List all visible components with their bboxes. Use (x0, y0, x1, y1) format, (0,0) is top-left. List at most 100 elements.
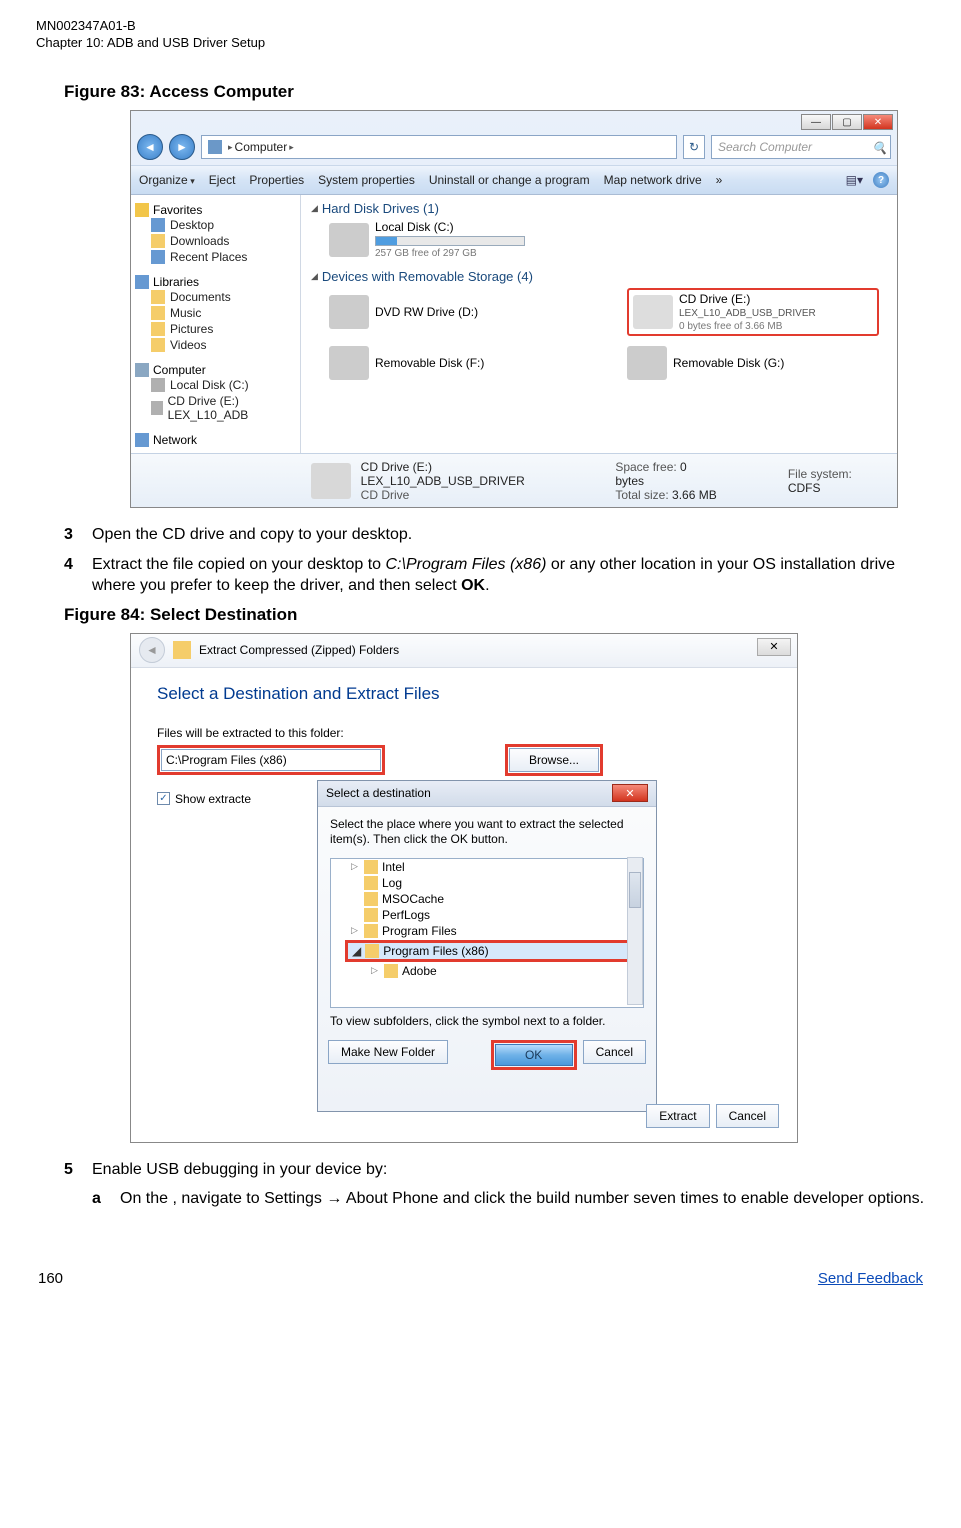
show-extracted-label: Show extracte (175, 792, 251, 806)
make-new-folder-button[interactable]: Make New Folder (328, 1040, 448, 1064)
system-properties-button[interactable]: System properties (318, 173, 415, 187)
step-5: 5 Enable USB debugging in your device by… (64, 1159, 925, 1181)
wizard-heading: Select a Destination and Extract Files (157, 684, 771, 704)
refresh-button[interactable]: ↻ (683, 135, 705, 159)
nav-videos[interactable]: Videos (170, 338, 206, 352)
documents-icon (151, 290, 165, 304)
tree-scrollbar[interactable] (627, 857, 643, 1005)
nav-pictures[interactable]: Pictures (170, 322, 213, 336)
extract-path-highlight: C:\Program Files (x86) (157, 745, 385, 775)
address-bar[interactable]: ▸ Computer ▸ (201, 135, 677, 159)
eject-button[interactable]: Eject (209, 173, 236, 187)
favorites-icon (135, 203, 149, 217)
search-placeholder: Search Computer (718, 140, 812, 154)
nav-downloads[interactable]: Downloads (170, 234, 229, 248)
tree-perflogs[interactable]: PerfLogs (382, 908, 430, 922)
step-5-text: Enable USB debugging in your device by: (92, 1159, 925, 1181)
select-destination-close[interactable]: ✕ (612, 784, 648, 802)
nav-cd-drive[interactable]: CD Drive (E:) LEX_L10_ADB (168, 394, 296, 422)
cd-icon (633, 295, 673, 329)
computer-icon (208, 140, 222, 154)
dvd-drive-item[interactable]: DVD RW Drive (D:) (329, 288, 579, 336)
properties-button[interactable]: Properties (249, 173, 304, 187)
page-number: 160 (38, 1270, 63, 1287)
folder-tree[interactable]: ▷Intel Log MSOCache PerfLogs ▷Program Fi… (330, 858, 644, 1008)
wizard-back-button[interactable]: ◄ (139, 637, 165, 663)
extract-button[interactable]: Extract (646, 1104, 709, 1128)
search-input[interactable]: Search Computer 🔍 (711, 135, 891, 159)
help-icon[interactable]: ? (873, 172, 889, 188)
organize-menu[interactable]: Organize (139, 173, 195, 187)
removable-f-item[interactable]: Removable Disk (F:) (329, 346, 579, 380)
extract-path-input[interactable]: C:\Program Files (x86) (161, 749, 381, 771)
pictures-icon (151, 322, 165, 336)
show-extracted-checkbox[interactable]: ✓ (157, 792, 170, 805)
cd-drive-highlight: CD Drive (E:) LEX_L10_ADB_USB_DRIVER 0 b… (627, 288, 879, 336)
cddrive-icon (151, 401, 163, 415)
breadcrumb-separator: ▸ (289, 142, 294, 153)
figure-84-label: Figure 84: Select Destination (64, 605, 925, 625)
ok-button[interactable]: OK (495, 1044, 573, 1066)
wizard-cancel-button[interactable]: Cancel (716, 1104, 779, 1128)
total-size-value: 3.66 MB (672, 488, 717, 502)
forward-button[interactable]: ► (169, 134, 195, 160)
step-5-number: 5 (64, 1159, 82, 1181)
ok-button-highlight: OK (491, 1040, 577, 1070)
nav-local-disk[interactable]: Local Disk (C:) (170, 378, 249, 392)
browse-button-highlight: Browse... (505, 744, 603, 776)
tree-program-files-x86[interactable]: Program Files (x86) (383, 944, 488, 958)
step-3: 3 Open the CD drive and copy to your des… (64, 524, 925, 546)
select-destination-title: Select a destination (326, 786, 431, 800)
nav-favorites[interactable]: Favorites (153, 203, 202, 217)
map-drive-button[interactable]: Map network drive (604, 173, 702, 187)
nav-documents[interactable]: Documents (170, 290, 231, 304)
back-button[interactable]: ◄ (137, 134, 163, 160)
wizard-close-button[interactable]: ✕ (757, 638, 791, 656)
breadcrumb-separator: ▸ (228, 142, 233, 153)
tree-hint: To view subfolders, click the symbol nex… (318, 1008, 656, 1034)
select-destination-dialog: Select a destination ✕ Select the place … (317, 780, 657, 1112)
uninstall-button[interactable]: Uninstall or change a program (429, 173, 590, 187)
nav-recent[interactable]: Recent Places (170, 250, 247, 264)
nav-network[interactable]: Network (153, 433, 197, 447)
maximize-button[interactable]: ▢ (832, 114, 862, 130)
videos-icon (151, 338, 165, 352)
search-icon: 🔍 (872, 141, 884, 153)
tree-intel[interactable]: Intel (382, 860, 405, 874)
downloads-icon (151, 234, 165, 248)
toolbar-overflow[interactable]: » (716, 173, 723, 187)
tree-log[interactable]: Log (382, 876, 402, 890)
nav-computer[interactable]: Computer (153, 363, 206, 377)
nav-music[interactable]: Music (170, 306, 201, 320)
details-type: CD Drive (361, 488, 598, 502)
files-label: Files will be extracted to this folder: (157, 726, 771, 740)
removable-g-item[interactable]: Removable Disk (G:) (627, 346, 877, 380)
filesystem-value: CDFS (788, 481, 821, 495)
local-disk-item[interactable]: Local Disk (C:) 257 GB free of 297 GB (329, 220, 579, 259)
close-button[interactable]: ✕ (863, 114, 893, 130)
view-icon[interactable]: ▤▾ (846, 173, 863, 187)
folder-icon (364, 908, 378, 922)
nav-libraries[interactable]: Libraries (153, 275, 199, 289)
step-4-text: Extract the file copied on your desktop … (92, 554, 925, 597)
folder-icon (364, 892, 378, 906)
removable-icon (627, 346, 667, 380)
cd-drive-item[interactable]: CD Drive (E:) LEX_L10_ADB_USB_DRIVER 0 b… (633, 292, 873, 332)
tree-adobe[interactable]: Adobe (402, 964, 437, 978)
total-size-label: Total size: (615, 488, 668, 502)
nav-desktop[interactable]: Desktop (170, 218, 214, 232)
hdd-section-header[interactable]: Hard Disk Drives (1) (311, 201, 887, 216)
music-icon (151, 306, 165, 320)
tree-msocache[interactable]: MSOCache (382, 892, 444, 906)
content-pane: Hard Disk Drives (1) Local Disk (C:) 257… (301, 195, 897, 453)
details-name: CD Drive (E:) LEX_L10_ADB_USB_DRIVER (361, 460, 598, 488)
breadcrumb-computer[interactable]: Computer (235, 140, 288, 154)
destination-cancel-button[interactable]: Cancel (583, 1040, 646, 1064)
removable-section-header[interactable]: Devices with Removable Storage (4) (311, 269, 887, 284)
tree-program-files[interactable]: Program Files (382, 924, 457, 938)
send-feedback-link[interactable]: Send Feedback (818, 1270, 923, 1287)
minimize-button[interactable]: — (801, 114, 831, 130)
hdd-icon (329, 223, 369, 257)
folder-icon (364, 924, 378, 938)
browse-button[interactable]: Browse... (509, 748, 599, 772)
